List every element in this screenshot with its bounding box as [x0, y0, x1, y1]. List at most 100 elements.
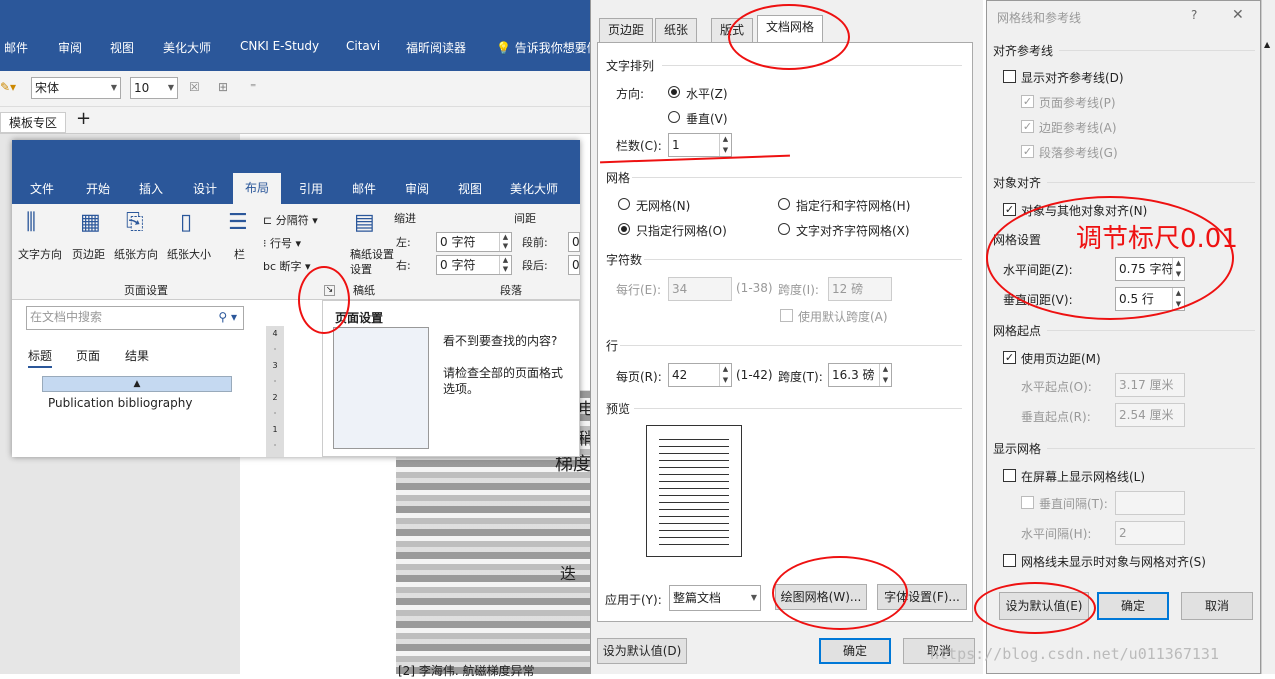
- show-ref-checkbox[interactable]: [1003, 70, 1016, 83]
- radio-line-grid[interactable]: [618, 223, 630, 235]
- tab-review[interactable]: 审阅: [58, 39, 82, 56]
- radio-horizontal[interactable]: [668, 86, 680, 98]
- chevron-down-icon: ▼: [110, 83, 117, 92]
- radio-vertical[interactable]: [668, 111, 680, 123]
- collapse-icon[interactable]: ▲: [42, 376, 232, 392]
- indent-right-input[interactable]: 0 字符 ▲ ▼: [436, 255, 512, 275]
- spin-icon[interactable]: ▲ ▼: [719, 364, 731, 386]
- line-numbers-button[interactable]: ⁝ 行号 ▾: [263, 235, 301, 251]
- text-direction-button[interactable]: 文字方向: [18, 246, 62, 262]
- breaks-button[interactable]: ⊏ 分隔符 ▾: [263, 212, 318, 228]
- tab-mail[interactable]: 邮件: [4, 39, 28, 56]
- v-interval-input[interactable]: [1115, 491, 1185, 515]
- text-direction-icon[interactable]: ⫼: [26, 212, 36, 234]
- plus-icon[interactable]: +: [76, 108, 91, 129]
- scrollbar[interactable]: ▲: [1261, 0, 1275, 674]
- search-input[interactable]: 在文档中搜索 ⚲ ▾: [26, 306, 244, 330]
- line-pitch-input[interactable]: 16.3 磅 ▲ ▼: [828, 363, 892, 387]
- para-ref-checkbox[interactable]: ✓: [1021, 145, 1034, 158]
- orientation-icon[interactable]: ⎘: [126, 212, 144, 234]
- hyphenation-button[interactable]: bc 断字 ▾: [263, 258, 311, 274]
- spin-icon[interactable]: ▲ ▼: [879, 364, 891, 386]
- nav-tab-headings[interactable]: 标题: [28, 347, 53, 368]
- h-origin-input[interactable]: 3.17 厘米: [1115, 373, 1185, 397]
- ok-button[interactable]: 确定: [819, 638, 891, 664]
- on-screen-checkbox[interactable]: [1003, 469, 1016, 482]
- per-page-input[interactable]: 42 ▲ ▼: [668, 363, 732, 387]
- v-interval-checkbox[interactable]: [1021, 496, 1034, 509]
- tab-insert[interactable]: 插入: [139, 180, 163, 197]
- highlight-icon[interactable]: ✎▾: [0, 80, 16, 94]
- radio-no-grid[interactable]: [618, 198, 630, 210]
- tab-meihua[interactable]: 美化大师: [510, 180, 558, 197]
- radio-char-align-grid[interactable]: [778, 223, 790, 235]
- close-icon[interactable]: ✕: [1232, 7, 1244, 23]
- tab-view[interactable]: 视图: [110, 39, 134, 56]
- page-ref-label: 页面参考线(P): [1039, 96, 1116, 110]
- clear-format-icon[interactable]: ☒: [189, 80, 200, 94]
- divider: [1047, 330, 1255, 331]
- doc-tab[interactable]: 模板专区: [0, 112, 67, 133]
- tab-view[interactable]: 视图: [458, 180, 482, 197]
- obj-align-checkbox[interactable]: ✓: [1003, 203, 1016, 216]
- search-icon[interactable]: ⚲ ▾: [218, 307, 237, 327]
- spin-icon[interactable]: ▲ ▼: [499, 233, 511, 251]
- orientation-button[interactable]: 纸张方向: [114, 246, 158, 262]
- tab-meihua[interactable]: 美化大师: [163, 39, 211, 56]
- section-chars: 字符数: [606, 253, 643, 267]
- per-line-input[interactable]: 34: [668, 277, 732, 301]
- columns-button[interactable]: 栏: [234, 246, 245, 262]
- tab-cnki[interactable]: CNKI E-Study: [240, 39, 319, 53]
- chevron-up-icon[interactable]: ▲: [1264, 40, 1270, 49]
- use-margin-checkbox[interactable]: ✓: [1003, 351, 1016, 364]
- columns-icon[interactable]: ☰: [228, 212, 248, 234]
- per-page-label: 每页(R):: [616, 370, 662, 384]
- margins-icon[interactable]: ▦: [80, 212, 101, 234]
- size-select[interactable]: 10 ▼: [130, 77, 178, 99]
- nav-tab-pages[interactable]: 页面: [76, 347, 100, 364]
- per-line-label: 每行(E):: [616, 283, 661, 297]
- columns-input[interactable]: 1 ▲ ▼: [668, 133, 732, 157]
- margins-button[interactable]: 页边距: [72, 246, 105, 262]
- tab-file[interactable]: 文件: [30, 180, 54, 197]
- use-default-pitch-checkbox[interactable]: [780, 309, 793, 322]
- paper-settings-button[interactable]: 稿纸设置: [350, 246, 394, 262]
- tab-review[interactable]: 审阅: [405, 180, 429, 197]
- tab-design[interactable]: 设计: [193, 180, 217, 197]
- tab-references[interactable]: 引用: [299, 180, 323, 197]
- tooltip-page-setup: 页面设置 看不到要查找的内容? 请检查全部的页面格式选项。: [322, 300, 580, 457]
- help-icon[interactable]: ?: [1191, 8, 1197, 22]
- size-icon[interactable]: ▯: [180, 212, 192, 234]
- snap-checkbox[interactable]: [1003, 554, 1016, 567]
- nav-item[interactable]: Publication bibliography: [48, 396, 192, 410]
- set-default-button[interactable]: 设为默认值(D): [597, 638, 687, 664]
- pitch-input[interactable]: 12 磅: [828, 277, 892, 301]
- radio-line-char-grid[interactable]: [778, 198, 790, 210]
- spin-icon[interactable]: ▲ ▼: [499, 256, 511, 274]
- tab-paper[interactable]: 纸张: [655, 18, 698, 42]
- apply-to-select[interactable]: 整篇文档 ▼: [669, 585, 761, 611]
- nav-tab-results[interactable]: 结果: [125, 347, 149, 364]
- tab-margins[interactable]: 页边距: [599, 18, 654, 42]
- format-painter-icon[interactable]: ⊞: [218, 80, 228, 94]
- spin-icon[interactable]: ▲ ▼: [719, 134, 731, 156]
- ok-button[interactable]: 确定: [1097, 592, 1169, 620]
- tab-home[interactable]: 开始: [86, 180, 110, 197]
- indent-left-input[interactable]: 0 字符 ▲ ▼: [436, 232, 512, 252]
- tab-citavi[interactable]: Citavi: [346, 39, 380, 53]
- tab-mailings[interactable]: 邮件: [352, 180, 376, 197]
- space-after-input[interactable]: 0: [568, 255, 580, 275]
- margin-ref-checkbox[interactable]: ✓: [1021, 120, 1034, 133]
- size-button[interactable]: 纸张大小: [167, 246, 211, 262]
- space-before-input[interactable]: 0: [568, 232, 580, 252]
- page-ref-checkbox[interactable]: ✓: [1021, 95, 1034, 108]
- more-icon[interactable]: ⁼: [250, 80, 256, 94]
- paper-icon[interactable]: ▤: [354, 212, 375, 234]
- font-select[interactable]: 宋体 ▼: [31, 77, 121, 99]
- indent-label: 缩进: [394, 212, 416, 225]
- v-origin-input[interactable]: 2.54 厘米: [1115, 403, 1185, 427]
- h-interval-input[interactable]: 2: [1115, 521, 1185, 545]
- cancel-button[interactable]: 取消: [1181, 592, 1253, 620]
- tab-layout[interactable]: 布局: [233, 173, 282, 204]
- tab-foxit[interactable]: 福昕阅读器: [406, 39, 466, 56]
